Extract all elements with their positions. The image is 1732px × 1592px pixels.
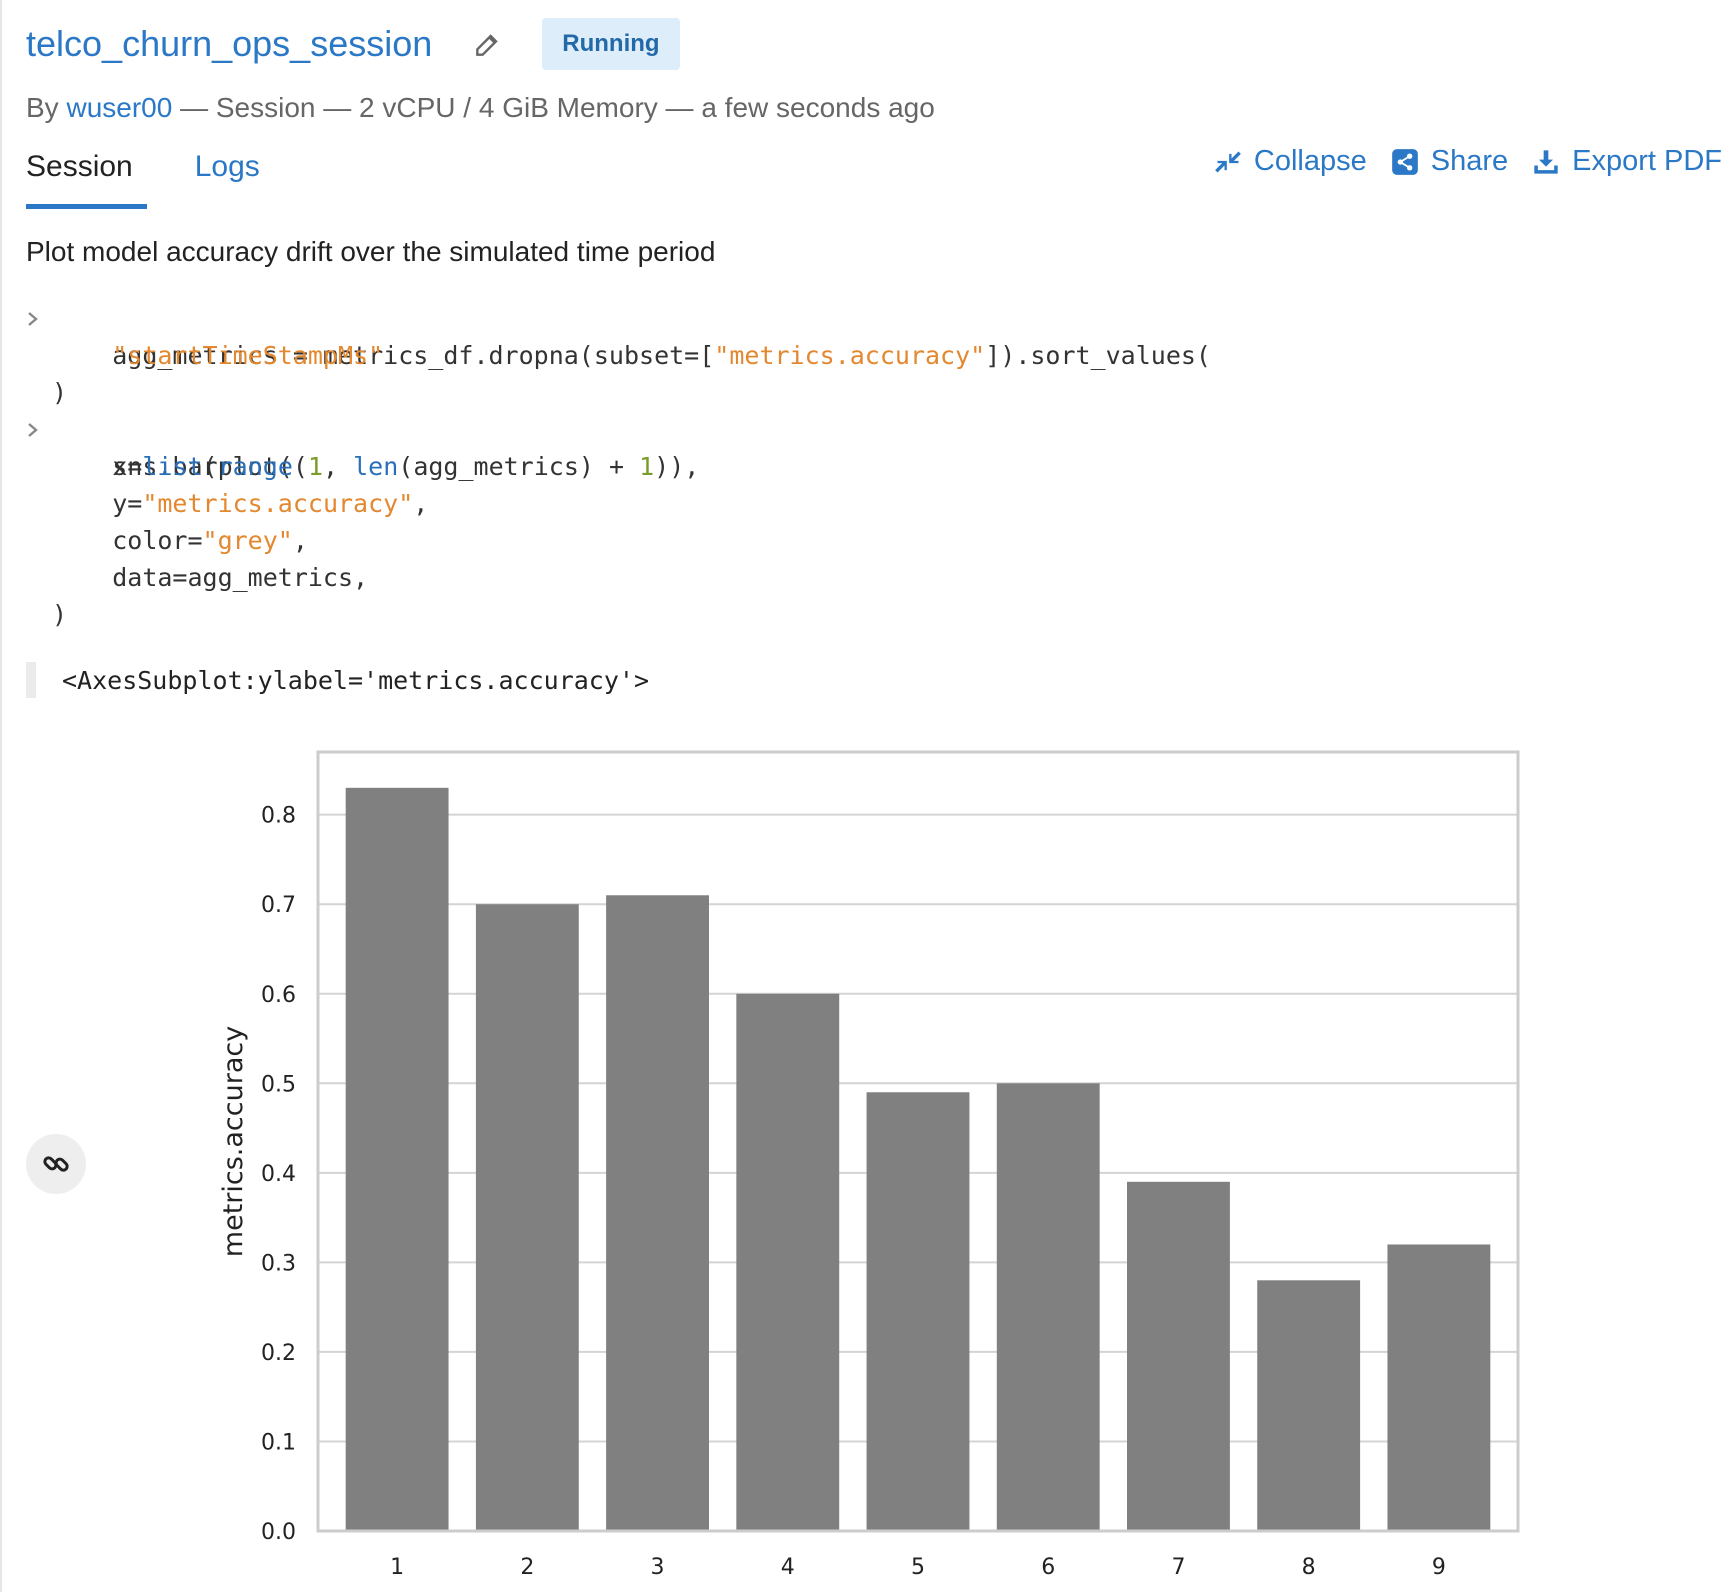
download-icon — [1534, 149, 1558, 174]
code-builtin: range — [217, 452, 293, 481]
y-tick-label: 0.7 — [261, 893, 296, 918]
y-tick-label: 0.1 — [261, 1430, 296, 1455]
y-tick-label: 0.2 — [261, 1341, 296, 1366]
code-builtin: len — [353, 452, 399, 481]
session-header: telco_churn_ops_session Running By wuser… — [26, 18, 1732, 124]
share-button[interactable]: Share — [1391, 145, 1508, 178]
y-tick-label: 0.0 — [261, 1520, 296, 1545]
x-tick-label: 4 — [781, 1555, 795, 1580]
tab-session[interactable]: Session — [26, 150, 147, 209]
y-tick-label: 0.4 — [261, 1162, 296, 1187]
y-tick-label: 0.5 — [261, 1072, 296, 1097]
code-token: )), — [654, 452, 700, 481]
cell-output: <AxesSubplot:ylabel='metrics.accuracy'> — [26, 662, 649, 698]
collapse-icon — [1215, 151, 1241, 172]
output-gutter — [26, 662, 36, 698]
bar — [1257, 1280, 1361, 1531]
x-tick-label: 7 — [1171, 1555, 1185, 1580]
bar — [606, 895, 709, 1531]
x-tick-label: 9 — [1432, 1555, 1446, 1580]
x-tick-label: 1 — [390, 1555, 404, 1580]
cell-description: Plot model accuracy drift over the simul… — [26, 236, 716, 267]
code-line: agg_metrics = metrics_df.dropna(subset=[… — [26, 300, 1211, 370]
code-builtin: list — [142, 452, 203, 481]
code-line: x=list(range(1, len(agg_metrics) + 1)), — [26, 448, 1211, 485]
meta-details: — Session — 2 vCPU / 4 GiB Memory — a fe… — [172, 92, 935, 123]
code-string: "grey" — [202, 526, 293, 555]
link-icon — [43, 1156, 69, 1172]
collapse-label: Collapse — [1253, 145, 1367, 177]
bar — [996, 1083, 1100, 1531]
code-token: x= — [112, 452, 143, 481]
code-line: y="metrics.accuracy", — [26, 485, 1211, 522]
code-token: ) — [52, 600, 68, 629]
code-token: ( — [202, 452, 218, 481]
edit-title-button[interactable] — [468, 24, 508, 64]
left-border — [0, 0, 2, 1592]
export-pdf-button[interactable]: Export PDF — [1532, 145, 1722, 178]
bar — [1127, 1181, 1230, 1531]
code-block: agg_metrics = metrics_df.dropna(subset=[… — [26, 300, 1211, 633]
bar — [736, 993, 840, 1531]
y-tick-label: 0.8 — [261, 804, 296, 829]
bar — [345, 787, 449, 1531]
code-token: (agg_metrics) + — [398, 452, 640, 481]
code-number: 1 — [307, 452, 323, 481]
collapse-button[interactable]: Collapse — [1214, 145, 1367, 178]
share-icon — [1391, 148, 1418, 175]
share-label: Share — [1430, 145, 1509, 177]
code-token: , — [323, 452, 354, 481]
code-token: ( — [292, 452, 308, 481]
session-meta: By wuser00 — Session — 2 vCPU / 4 GiB Me… — [26, 92, 1732, 124]
code-line: "startTimeStampMs" — [26, 337, 1211, 374]
title-row: telco_churn_ops_session Running — [26, 18, 1732, 70]
code-line: sns.barplot( — [26, 411, 1211, 481]
x-tick-label: 6 — [1041, 1555, 1055, 1580]
user-link[interactable]: wuser00 — [66, 92, 172, 123]
y-tick-label: 0.6 — [261, 983, 296, 1008]
edit-icon — [476, 34, 498, 56]
tab-bar: Session Logs — [26, 150, 260, 209]
x-tick-label: 3 — [651, 1555, 665, 1580]
code-line: data=agg_metrics, — [26, 559, 1211, 596]
code-number: 1 — [639, 452, 655, 481]
code-line: ) — [26, 596, 1211, 633]
output-text: <AxesSubplot:ylabel='metrics.accuracy'> — [62, 665, 649, 695]
export-pdf-label: Export PDF — [1572, 145, 1722, 177]
chevron-right-icon[interactable] — [26, 300, 48, 337]
code-token: , — [292, 526, 308, 555]
bar — [1387, 1244, 1491, 1531]
code-string: "startTimeStampMs" — [112, 341, 384, 370]
bar — [866, 1092, 970, 1531]
code-token: , — [413, 489, 429, 518]
chevron-right-icon[interactable] — [26, 411, 48, 448]
bar — [475, 904, 579, 1531]
y-tick-label: 0.3 — [261, 1251, 296, 1276]
session-actions: Collapse Share Export PDF — [1190, 145, 1722, 178]
code-line: ) — [26, 374, 1211, 411]
code-token: ) — [52, 378, 68, 407]
code-string: "metrics.accuracy" — [142, 489, 414, 518]
x-tick-label: 5 — [911, 1555, 925, 1580]
code-token: color= — [112, 526, 203, 555]
meta-prefix: By — [26, 92, 67, 123]
code-line: color="grey", — [26, 522, 1211, 559]
session-title: telco_churn_ops_session — [26, 23, 433, 64]
link-button[interactable] — [26, 1134, 86, 1194]
code-token: data=agg_metrics, — [112, 563, 369, 592]
status-badge: Running — [542, 18, 680, 70]
x-tick-label: 2 — [520, 1555, 534, 1580]
tab-logs[interactable]: Logs — [195, 150, 260, 209]
y-axis-label: metrics.accuracy — [218, 1026, 249, 1257]
code-token: y= — [112, 489, 143, 518]
x-tick-label: 8 — [1302, 1555, 1316, 1580]
accuracy-bar-chart: 0.0 0.1 0.2 0.3 0.4 0.5 0.6 0.7 0.8 1 2 3 4 5 6 7 8 9 metr… — [218, 750, 1520, 1580]
